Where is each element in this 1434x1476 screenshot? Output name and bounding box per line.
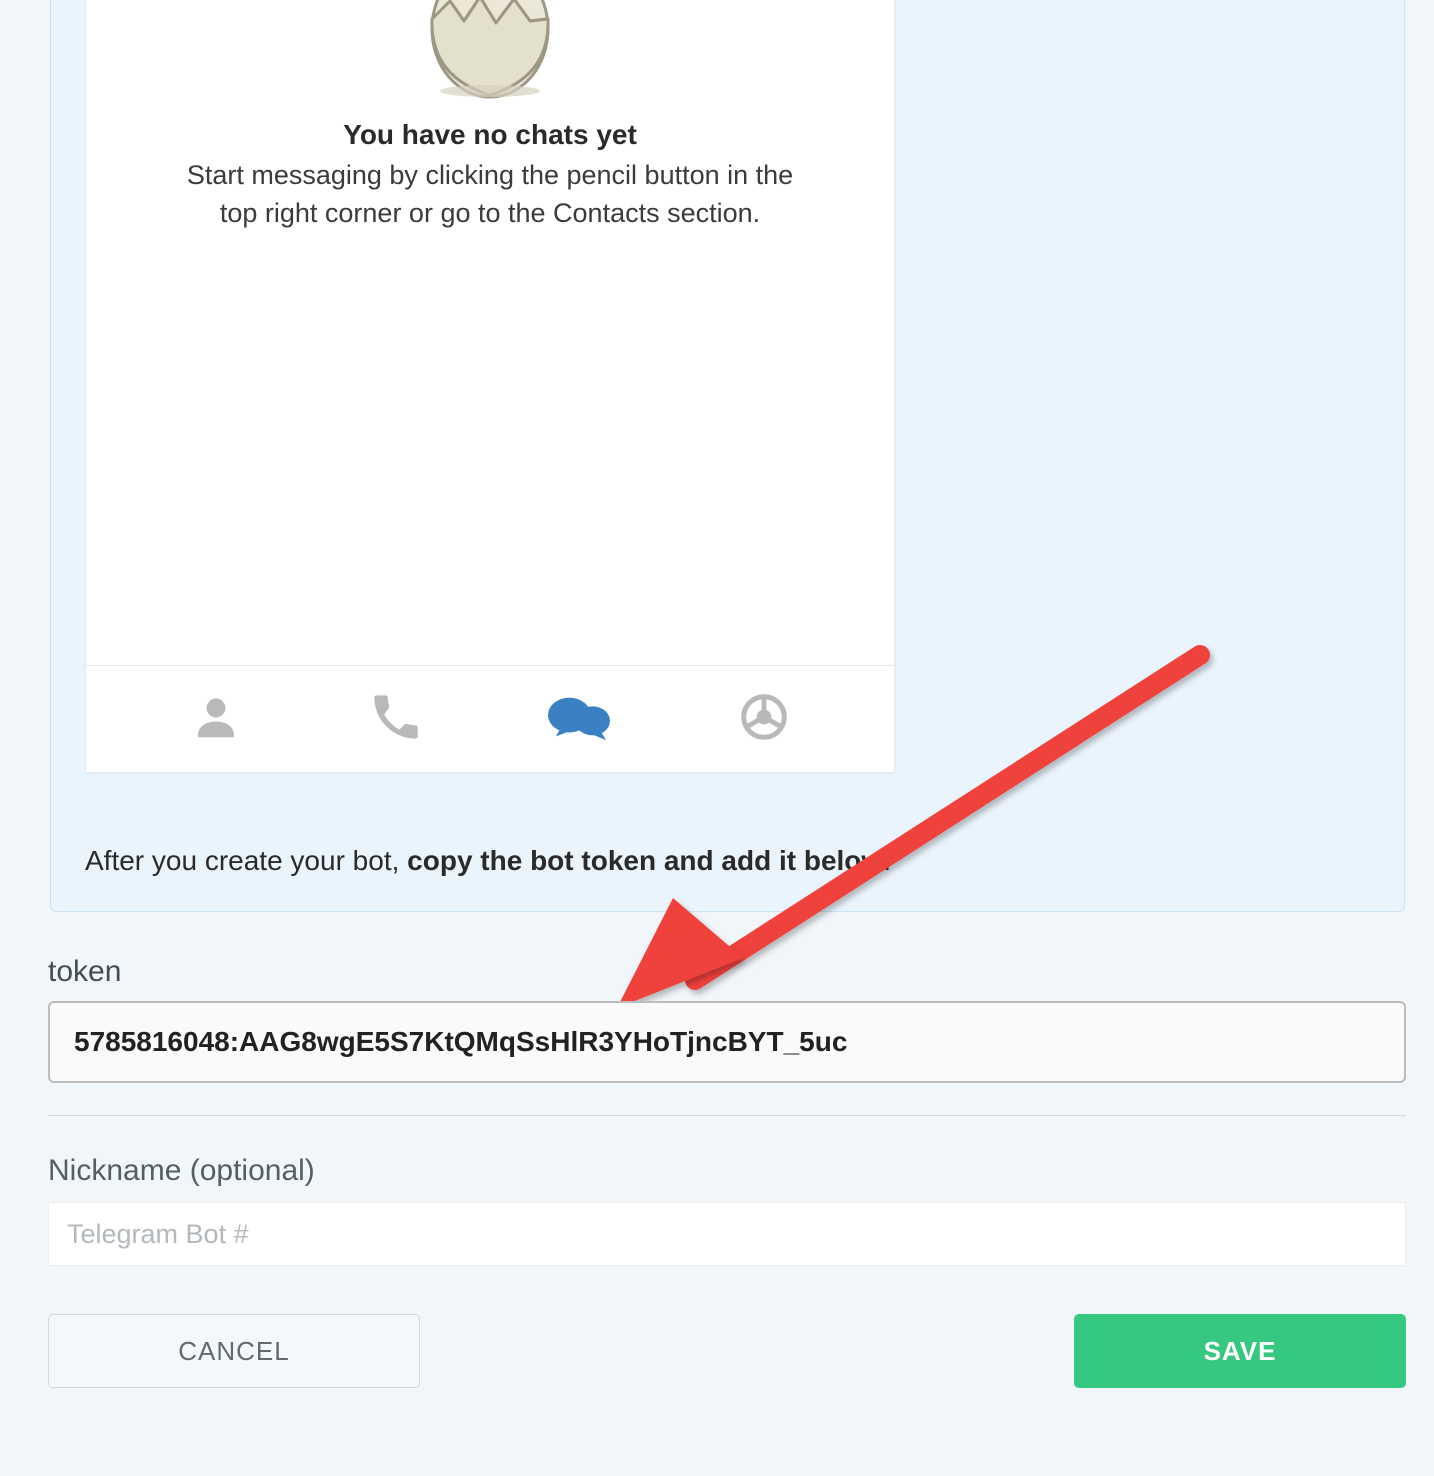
instruction-bold: copy the bot token and add it below [407, 845, 883, 876]
settings-gear-icon[interactable] [737, 690, 791, 749]
instruction-text: After you create your bot, copy the bot … [85, 845, 891, 877]
phone-tabbar [86, 665, 894, 772]
token-input[interactable] [48, 1001, 1406, 1083]
save-button[interactable]: SAVE [1074, 1314, 1406, 1388]
empty-state-subtitle: Start messaging by clicking the pencil b… [86, 157, 894, 233]
instruction-suffix: . [883, 845, 891, 876]
phone-mockup: You have no chats yet Start messaging by… [85, 0, 895, 773]
contacts-icon[interactable] [189, 690, 243, 749]
bot-token-form: token Nickname (optional) CANCEL SAVE [48, 955, 1406, 1388]
phone-empty-state: You have no chats yet Start messaging by… [86, 0, 894, 665]
token-label: token [48, 955, 1406, 989]
empty-state-title: You have no chats yet [343, 119, 637, 151]
calls-icon[interactable] [370, 691, 422, 748]
cancel-button[interactable]: CANCEL [48, 1314, 420, 1388]
divider [48, 1115, 1406, 1116]
nickname-label: Nickname (optional) [48, 1154, 1406, 1188]
form-buttons: CANCEL SAVE [48, 1314, 1406, 1388]
cracked-egg-icon [410, 0, 570, 99]
instruction-card: You have no chats yet Start messaging by… [50, 0, 1405, 912]
instruction-prefix: After you create your bot, [85, 845, 407, 876]
chats-icon[interactable] [548, 690, 610, 749]
nickname-input[interactable] [48, 1202, 1406, 1266]
